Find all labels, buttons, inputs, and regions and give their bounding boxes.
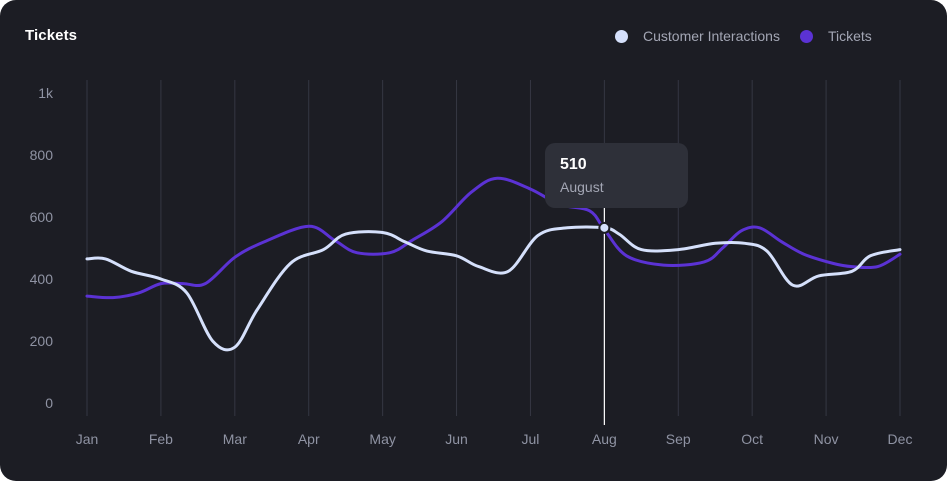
tickets-line xyxy=(85,176,902,300)
x-tick-label: May xyxy=(369,431,395,447)
x-tick-label: Oct xyxy=(741,431,763,447)
x-tick-label: Dec xyxy=(888,431,913,447)
y-tick-label: 800 xyxy=(30,147,54,163)
x-tick-label: Aug xyxy=(592,431,617,447)
y-tick-label: 600 xyxy=(30,209,54,225)
hover-point xyxy=(598,221,611,234)
x-tick-label: Apr xyxy=(298,431,320,447)
x-tick-label: Jul xyxy=(522,431,540,447)
x-tick-label: Sep xyxy=(666,431,691,447)
x-tick-label: Jan xyxy=(76,431,99,447)
y-tick-label: 400 xyxy=(30,271,54,287)
customer-interactions-line xyxy=(85,225,902,352)
line-chart[interactable]: 0 200 400 600 800 1k Jan Feb Mar Apr May Jun Jul Aug S… xyxy=(0,0,947,481)
y-tick-label: 0 xyxy=(45,395,53,411)
tooltip-label: August xyxy=(560,179,604,195)
tickets-card: Tickets Customer Interactions Tickets 02… xyxy=(0,0,947,481)
x-tick-label: Feb xyxy=(149,431,173,447)
y-tick-label: 1k xyxy=(38,85,54,101)
tooltip-value: 510 xyxy=(560,156,587,173)
y-tick-label: 200 xyxy=(30,333,54,349)
chart-tooltip: 510 August xyxy=(545,143,688,208)
x-tick-label: Mar xyxy=(223,431,247,447)
x-tick-label: Jun xyxy=(445,431,468,447)
x-tick-label: Nov xyxy=(814,431,839,447)
